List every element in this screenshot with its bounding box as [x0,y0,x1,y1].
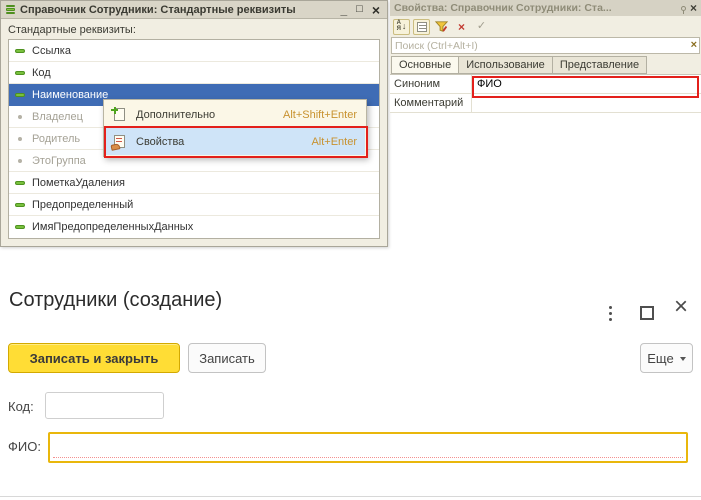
attribute-dot-icon [14,158,26,163]
menu-shortcut: Alt+Shift+Enter [283,108,357,121]
more-button[interactable]: Еще [640,343,693,373]
maximize-icon[interactable] [640,306,654,320]
save-button[interactable]: Записать [188,343,266,373]
menu-shortcut: Alt+Enter [311,135,357,148]
sort-alphabetical-icon[interactable]: АЯ ↓ [393,18,410,35]
catalog-icon [6,4,15,15]
search-clear-icon[interactable]: × [691,39,697,51]
properties-panel: Свойства: Справочник Сотрудники: Ста... … [390,0,701,113]
property-row-kommentariy: Комментарий [390,94,701,113]
search-input[interactable] [392,39,699,52]
list-item-kod[interactable]: Код [9,62,379,84]
properties-titlebar[interactable]: Свойства: Справочник Сотрудники: Ста... … [390,0,701,16]
list-item-predopredelennyi[interactable]: Предопределенный [9,194,379,216]
menu-item-dopolnitelno[interactable]: Дополнительно Alt+Shift+Enter [105,101,365,128]
attribute-icon [14,92,26,97]
properties-search: × [391,37,700,54]
tab-predstavlenie[interactable]: Представление [551,56,648,74]
properties-tabs: Основные Использование Представление [390,55,701,74]
close-icon[interactable]: × [372,3,380,17]
fio-label: ФИО: [8,439,41,454]
code-label: Код: [8,399,34,414]
fio-input-wrap [48,432,688,463]
form-title: Сотрудники (создание) [9,289,223,311]
synonym-value[interactable]: ФИО [472,75,701,93]
standard-attributes-titlebar[interactable]: Справочник Сотрудники: Стандартные рекви… [1,1,387,19]
employee-creation-form: Сотрудники (создание) × Записать и закры… [0,280,701,500]
standard-attributes-label: Стандартные реквизиты: [8,24,136,36]
save-and-close-button[interactable]: Записать и закрыть [8,343,180,373]
minimize-icon[interactable]: _ [340,4,347,16]
cancel-icon[interactable]: × [453,19,470,35]
attribute-dot-icon [14,114,26,119]
pin-icon[interactable] [680,5,686,14]
close-icon[interactable]: × [690,2,697,14]
list-item-imyapredopredelennykhdannykh[interactable]: ИмяПредопределенныхДанных [9,216,379,238]
maximize-icon[interactable]: □ [356,4,363,15]
property-label: Синоним [390,75,472,93]
apply-check-icon[interactable]: ✓ [473,19,490,35]
categories-icon[interactable] [413,18,430,35]
properties-grid: Синоним ФИО Комментарий [390,74,701,113]
chevron-down-icon [679,357,686,361]
attribute-icon [14,202,26,207]
properties-icon [110,134,127,151]
property-row-sinonim: Синоним ФИО [390,75,701,94]
screenshot-root: Справочник Сотрудники: Стандартные рекви… [0,0,701,500]
attribute-icon [14,180,26,185]
filter-funnel-icon[interactable] [433,19,450,35]
attribute-icon [14,70,26,75]
property-label: Комментарий [390,94,472,112]
window-title: Справочник Сотрудники: Стандартные рекви… [20,3,296,16]
comment-value[interactable] [472,94,701,112]
more-menu-icon[interactable] [607,304,614,323]
tab-ispolzovanie[interactable]: Использование [458,56,553,74]
fio-input[interactable] [50,434,686,461]
menu-item-svoystva[interactable]: Свойства Alt+Enter [105,128,365,155]
close-icon[interactable]: × [674,295,688,319]
form-separator [0,496,701,497]
attribute-icon [14,225,26,229]
list-item-pometkaudaleniya[interactable]: ПометкаУдаления [9,172,379,194]
properties-title: Свойства: Справочник Сотрудники: Ста... [394,2,612,14]
properties-toolbar: АЯ ↓ × ✓ [390,16,701,37]
additional-icon [111,106,127,123]
context-menu: Дополнительно Alt+Shift+Enter Свойства A… [103,99,367,157]
attribute-icon [14,48,26,53]
tab-osnovnye[interactable]: Основные [391,56,460,74]
list-item-ssylka[interactable]: Ссылка [9,40,379,62]
code-input[interactable] [45,392,164,419]
attribute-dot-icon [14,136,26,141]
